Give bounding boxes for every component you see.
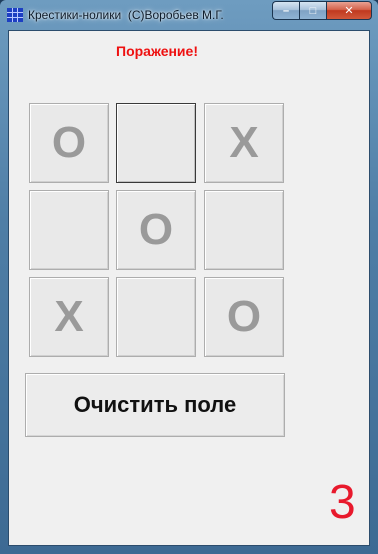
minimize-icon: – — [282, 4, 290, 17]
close-icon: ✕ — [344, 5, 354, 17]
board-cell-1-2[interactable] — [116, 103, 196, 183]
minimize-button[interactable]: – — [272, 1, 299, 20]
window-title: Крестики-нолики (С)Воробьев М.Г. — [28, 8, 224, 22]
board-cell-3-2[interactable] — [116, 277, 196, 357]
board-cell-3-1[interactable]: X — [29, 277, 109, 357]
maximize-icon: □ — [309, 4, 317, 17]
maximize-button[interactable]: □ — [299, 1, 326, 20]
board-cell-2-3[interactable] — [204, 190, 284, 270]
board-cell-2-1[interactable] — [29, 190, 109, 270]
app-window: Крестики-нолики (С)Воробьев М.Г. – □ ✕ П… — [0, 0, 378, 554]
counter-label: 3 — [329, 476, 356, 529]
app-icon — [7, 8, 23, 22]
board-cell-3-3[interactable]: O — [204, 277, 284, 357]
window-controls: – □ ✕ — [272, 1, 372, 20]
game-status-label: Поражение! — [116, 43, 198, 59]
close-button[interactable]: ✕ — [326, 1, 372, 20]
game-panel: Поражение! O X O X O Очистить поле 3 — [8, 30, 370, 546]
clear-board-button[interactable]: Очистить поле — [25, 373, 285, 437]
title-bar[interactable]: Крестики-нолики (С)Воробьев М.Г. – □ ✕ — [0, 0, 378, 30]
board-cell-2-2[interactable]: O — [116, 190, 196, 270]
board-cell-1-1[interactable]: O — [29, 103, 109, 183]
board-cell-1-3[interactable]: X — [204, 103, 284, 183]
